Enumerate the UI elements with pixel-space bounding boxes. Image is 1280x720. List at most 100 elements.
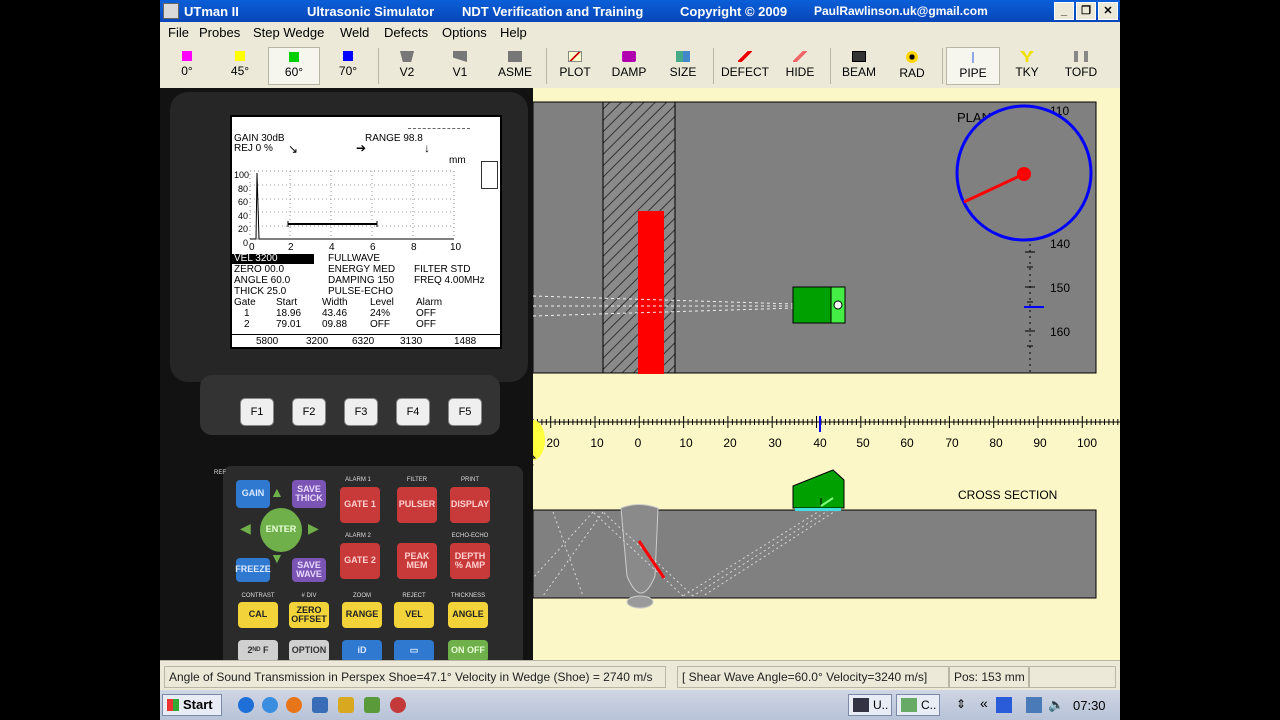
tky-button[interactable]: TKY: [1003, 47, 1051, 85]
title-bar[interactable]: UTman II Ultrasonic Simulator NDT Verifi…: [160, 0, 1120, 22]
display-key[interactable]: DISPLAY: [450, 487, 490, 523]
vel-key[interactable]: VEL: [394, 602, 434, 628]
save-wave-key[interactable]: SAVE WAVE: [292, 558, 326, 582]
tray-expand-chevron[interactable]: «: [980, 695, 996, 711]
menu-options[interactable]: Options: [442, 25, 487, 40]
plot-button[interactable]: PLOT: [550, 47, 600, 85]
app-icon: [163, 3, 179, 19]
zoom-label: ZOOM: [353, 593, 371, 599]
enter-key[interactable]: ENTER: [260, 508, 302, 552]
media-icon[interactable]: [338, 697, 354, 713]
range-key[interactable]: RANGE: [342, 602, 382, 628]
probe-60-button[interactable]: 60°: [268, 47, 320, 85]
firefox-icon[interactable]: [286, 697, 302, 713]
menu-step-wedge[interactable]: Step Wedge: [253, 25, 324, 40]
v1-block-button[interactable]: V1: [435, 47, 485, 85]
menu-probes[interactable]: Probes: [199, 25, 240, 40]
close-button[interactable]: ✕: [1098, 2, 1118, 20]
ruler-label: 0: [635, 436, 642, 450]
x-tick: 10: [450, 242, 462, 253]
folder-key[interactable]: ▭: [394, 640, 434, 660]
gain-key[interactable]: GAIN: [236, 480, 270, 508]
zero-param: ZERO 00.0: [234, 264, 285, 275]
id-key[interactable]: iD: [342, 640, 382, 660]
defect-icon: [738, 51, 752, 62]
taskbar-second-item[interactable]: C..: [896, 694, 940, 716]
toolbar-separator: [378, 48, 379, 84]
dial-tick: 160: [1050, 325, 1070, 339]
menu-help[interactable]: Help: [500, 25, 527, 40]
tray-scroll-icon[interactable]: ⇕: [956, 697, 972, 713]
arrow-up-icon[interactable]: ▲: [270, 484, 284, 500]
maximize-button[interactable]: ❐: [1076, 2, 1096, 20]
start-button[interactable]: Start: [162, 694, 222, 716]
ie-browser-icon[interactable]: [262, 697, 278, 713]
green-square-icon: [289, 52, 299, 62]
menu-file[interactable]: File: [168, 25, 189, 40]
gate-header: Width: [322, 297, 348, 308]
menu-defects[interactable]: Defects: [384, 25, 428, 40]
velocity-preset[interactable]: 3200: [306, 337, 328, 347]
beam-button[interactable]: BEAM: [834, 47, 884, 85]
menu-weld[interactable]: Weld: [340, 25, 369, 40]
tray-network-icon[interactable]: [1026, 697, 1042, 713]
probe-70-button[interactable]: 70°: [323, 47, 373, 85]
rad-button[interactable]: RAD: [887, 47, 937, 85]
depth-amp-key[interactable]: DEPTH % AMP: [450, 543, 490, 579]
peak-mem-key[interactable]: PEAK MEM: [397, 543, 437, 579]
plan-probe-index: [833, 300, 843, 310]
cal-key[interactable]: CAL: [238, 602, 278, 628]
frequency-param: FREQ 4.00MHz: [414, 275, 485, 286]
f1-key[interactable]: F1: [240, 398, 274, 426]
tofd-button[interactable]: TOFD: [1054, 47, 1108, 85]
tofd-icon: [1074, 51, 1088, 62]
velocity-preset[interactable]: 5800: [256, 337, 278, 347]
alarm1-label: ALARM 1: [345, 477, 371, 483]
velocity-preset[interactable]: 3130: [400, 337, 422, 347]
probe-0-button[interactable]: 0°: [162, 47, 212, 85]
pulser-key[interactable]: PULSER: [397, 487, 437, 523]
size-button[interactable]: SIZE: [658, 47, 708, 85]
zero-offset-key[interactable]: ZERO OFFSET: [289, 602, 329, 628]
taskbar-utman-item[interactable]: U..: [848, 694, 892, 716]
save-thick-key[interactable]: SAVE THICK: [292, 480, 326, 508]
title-simulator: Ultrasonic Simulator: [307, 4, 435, 19]
hide-button[interactable]: HIDE: [776, 47, 824, 85]
pipe-button[interactable]: PIPE: [946, 47, 1000, 85]
toolbar-separator: [713, 48, 714, 84]
arrow-right-icon[interactable]: ▶: [308, 520, 319, 537]
f4-key[interactable]: F4: [396, 398, 430, 426]
probe-45-button[interactable]: 45°: [215, 47, 265, 85]
tray-app-icon[interactable]: [996, 697, 1012, 713]
freeze-key[interactable]: FREEZE: [235, 558, 271, 582]
f5-key[interactable]: F5: [448, 398, 482, 426]
velocity-preset[interactable]: 6320: [352, 337, 374, 347]
defect-button[interactable]: DEFECT: [717, 47, 773, 85]
option-key[interactable]: OPTION: [289, 640, 329, 660]
velocity-param[interactable]: VEL 3200: [232, 254, 314, 264]
rectify-param: FULLWAVE: [328, 253, 381, 264]
desktop-icon[interactable]: [312, 697, 328, 713]
damp-button[interactable]: DAMP: [603, 47, 655, 85]
arrow-left-icon[interactable]: ◀: [240, 520, 251, 537]
f2-key[interactable]: F2: [292, 398, 326, 426]
velocity-preset[interactable]: 1488: [454, 337, 476, 347]
gate1-key[interactable]: GATE 1: [340, 487, 380, 523]
app-shortcut-icon[interactable]: [390, 697, 406, 713]
f3-key[interactable]: F3: [344, 398, 378, 426]
ie-icon[interactable]: [238, 697, 254, 713]
v2-block-button[interactable]: V2: [382, 47, 432, 85]
asme-block-button[interactable]: ASME: [488, 47, 542, 85]
angle-key[interactable]: ANGLE: [448, 602, 488, 628]
damp-icon: [622, 51, 636, 62]
on-off-key[interactable]: ON OFF: [448, 640, 488, 660]
arrow-down-icon[interactable]: ▼: [270, 550, 284, 566]
radiation-icon: [906, 51, 918, 63]
gate2-key[interactable]: GATE 2: [340, 543, 380, 579]
tray-volume-icon[interactable]: 🔈: [1048, 697, 1064, 713]
network-icon[interactable]: [364, 697, 380, 713]
filter-param: FILTER STD: [414, 264, 471, 275]
second-function-key[interactable]: 2ᴺᴰ F: [238, 640, 278, 660]
minimize-button[interactable]: _: [1054, 2, 1074, 20]
contrast-label: CONTRAST: [241, 593, 275, 599]
